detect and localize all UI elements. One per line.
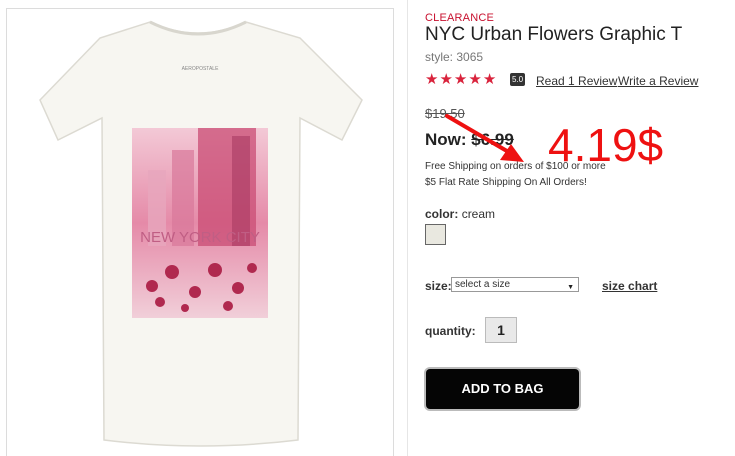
color-swatch-cream[interactable]: [425, 224, 446, 245]
sale-price: Now: $6.99: [425, 130, 514, 150]
flat-rate-shipping-note: $5 Flat Rate Shipping On All Orders!: [425, 177, 587, 188]
star-icon: ★: [482, 71, 497, 88]
star-icon: ★: [425, 71, 439, 88]
size-select-value: select a size: [455, 279, 511, 290]
color-value: cream: [461, 207, 496, 221]
rating-value-badge: 5.0: [510, 73, 526, 86]
color-label-text: color:: [425, 207, 459, 221]
write-review-link[interactable]: Write a Review: [618, 74, 698, 88]
color-label: color: cream: [425, 207, 495, 221]
chevron-down-icon: ▼: [567, 284, 574, 291]
column-divider: [407, 0, 408, 456]
product-style-number: style: 3065: [425, 50, 484, 64]
annotated-price: 4.19$: [548, 119, 664, 171]
product-image[interactable]: AEROPOSTALE NEW YORK CITY: [0, 0, 400, 456]
size-label: size:: [425, 279, 452, 293]
star-icon: ★: [439, 71, 453, 88]
star-icon: ★: [453, 71, 468, 88]
star-icon: ★: [468, 71, 482, 88]
product-title: NYC Urban Flowers Graphic T: [425, 24, 683, 45]
quantity-label: quantity:: [425, 324, 476, 338]
sale-price-label: Now:: [425, 130, 467, 149]
sale-price-value: $6.99: [471, 130, 514, 149]
clearance-badge: CLEARANCE: [425, 12, 495, 24]
read-reviews-link[interactable]: Read 1 Review: [536, 74, 617, 88]
shirt-graphic-text: NEW YORK CITY: [140, 229, 260, 246]
rating-stars[interactable]: ★ ★ ★ ★ ★: [425, 71, 496, 89]
quantity-input[interactable]: 1: [485, 317, 517, 343]
size-select[interactable]: select a size ▼: [451, 277, 579, 292]
size-chart-link[interactable]: size chart: [602, 279, 657, 293]
shirt-brand-tag: AEROPOSTALE: [182, 66, 220, 72]
original-price: $19.50: [425, 106, 465, 121]
add-to-bag-button[interactable]: ADD TO BAG: [426, 369, 579, 409]
